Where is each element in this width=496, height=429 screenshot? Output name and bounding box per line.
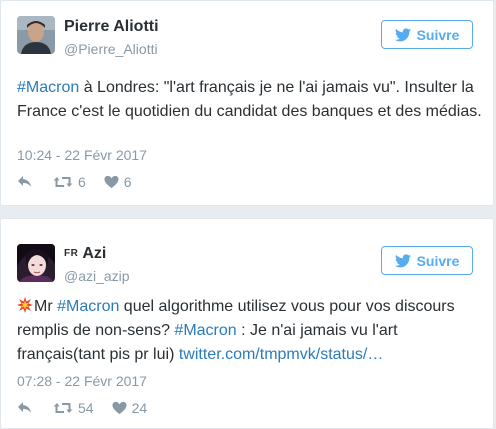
heart-icon — [104, 175, 119, 189]
retweet-button[interactable]: 6 — [53, 174, 86, 190]
display-name-text[interactable]: Pierre Aliotti — [64, 18, 159, 35]
reply-icon — [18, 402, 31, 413]
user-info: FR Azi @azi_azip — [64, 244, 130, 285]
hashtag-link[interactable]: #Macron — [174, 322, 236, 339]
user-handle[interactable]: @azi_azip — [64, 267, 130, 285]
follow-button-label: Suivre — [416, 26, 460, 43]
avatar[interactable] — [17, 244, 55, 282]
display-name[interactable]: FR Azi — [64, 244, 130, 264]
like-button[interactable]: 24 — [112, 400, 148, 416]
follow-button-label: Suivre — [416, 252, 460, 269]
retweet-count: 54 — [78, 400, 94, 416]
hashtag-link[interactable]: #Macron — [57, 298, 119, 315]
like-button[interactable]: 6 — [104, 174, 132, 190]
tweet-card: FR Azi @azi_azip Suivre Mr #Macron quel a… — [0, 218, 494, 429]
follow-button[interactable]: Suivre — [381, 20, 473, 49]
tweet-text-segment: Mr — [34, 298, 58, 315]
collision-emoji-icon — [17, 297, 33, 313]
tweet-timestamp[interactable]: 07:28 - 22 Févr 2017 — [17, 372, 147, 390]
avatar[interactable] — [17, 16, 55, 54]
like-count: 6 — [123, 174, 132, 190]
reply-icon — [18, 176, 31, 187]
tweet-actions: 54 24 — [17, 400, 147, 416]
like-count: 24 — [131, 400, 148, 416]
follow-button[interactable]: Suivre — [381, 246, 473, 275]
tweet-text-segment: à Londres: "l'art français je ne l'ai ja… — [17, 79, 482, 120]
tweet-actions: 6 6 — [17, 174, 132, 190]
tweet-timestamp[interactable]: 10:24 - 22 Févr 2017 — [17, 146, 147, 164]
reply-button[interactable] — [17, 175, 33, 189]
twitter-bird-icon — [394, 27, 411, 41]
user-info: Pierre Aliotti @Pierre_Aliotti — [64, 17, 159, 58]
display-name[interactable]: Pierre Aliotti — [64, 17, 159, 37]
tweet-text: #Macron à Londres: "l'art français je ne… — [17, 76, 482, 124]
tweet-text: Mr #Macron quel algorithme utilisez vous… — [17, 295, 482, 367]
retweet-count: 6 — [78, 174, 86, 190]
flag-label: FR — [64, 248, 79, 259]
retweet-button[interactable]: 54 — [53, 400, 94, 416]
user-handle[interactable]: @Pierre_Aliotti — [64, 40, 159, 58]
display-name-text[interactable]: Azi — [82, 245, 106, 262]
reply-button[interactable] — [17, 401, 33, 415]
heart-icon — [112, 401, 127, 415]
tweet-card: Pierre Aliotti @Pierre_Aliotti Suivre #M… — [0, 0, 494, 206]
twitter-bird-icon — [394, 253, 411, 267]
url-link[interactable]: twitter.com/tmpmvk/status/… — [179, 346, 383, 363]
hashtag-link[interactable]: #Macron — [17, 79, 79, 96]
retweet-icon — [53, 403, 73, 413]
retweet-icon — [53, 177, 73, 187]
